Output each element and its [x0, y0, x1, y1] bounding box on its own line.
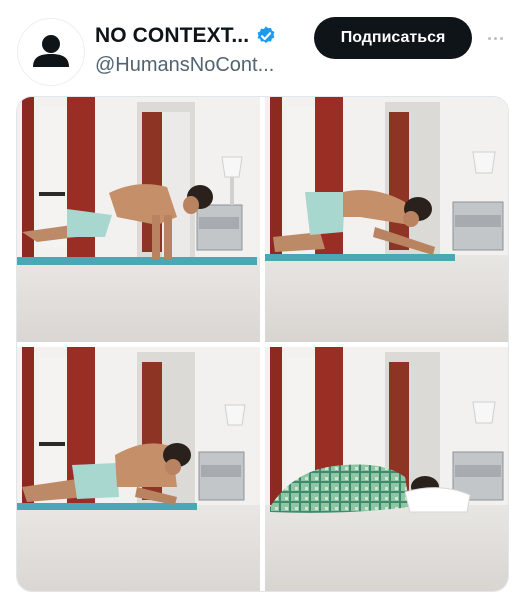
tweet-header: NO CONTEXT... @HumansNoCont... Подписать… [0, 0, 523, 96]
display-name[interactable]: NO CONTEXT... [95, 24, 249, 48]
media-panel-collapsed[interactable] [17, 347, 260, 591]
media-panel-kneeling[interactable] [265, 97, 508, 342]
name-row: NO CONTEXT... [95, 24, 277, 48]
follow-button[interactable]: Подписаться [314, 17, 472, 59]
account-handle[interactable]: @HumansNoCont... [95, 54, 274, 77]
avatar[interactable] [17, 18, 85, 86]
media-panel-sleeping[interactable] [265, 347, 508, 591]
media-grid[interactable] [16, 96, 509, 592]
more-dots-icon[interactable] [482, 28, 508, 48]
verified-badge-icon [257, 26, 275, 44]
media-panel-pushup[interactable] [17, 97, 260, 342]
person-silhouette-icon [33, 35, 69, 67]
